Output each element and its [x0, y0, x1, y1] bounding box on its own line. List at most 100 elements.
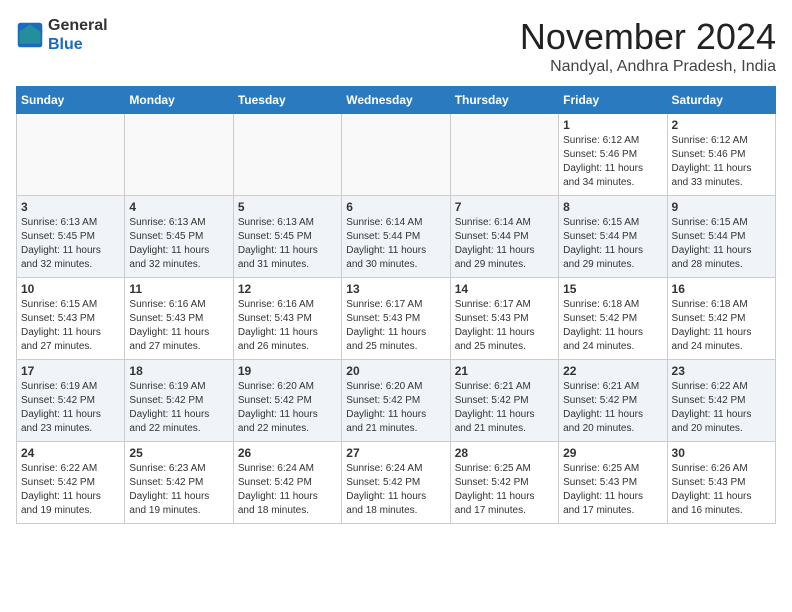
calendar-cell: 4 Sunrise: 6:13 AM Sunset: 5:45 PM Daylig… [125, 196, 233, 278]
logo-blue: Blue [48, 36, 83, 53]
calendar-cell: 20 Sunrise: 6:20 AM Sunset: 5:42 PM Dayli… [342, 360, 450, 442]
calendar-row: 10 Sunrise: 6:15 AM Sunset: 5:43 PM Dayli… [17, 278, 776, 360]
calendar-cell: 3 Sunrise: 6:13 AM Sunset: 5:45 PM Daylig… [17, 196, 125, 278]
day-number: 17 [21, 364, 120, 378]
calendar-cell: 19Sunrise: 6:20 AM Sunset: 5:42 PM Dayli… [233, 360, 341, 442]
month-title: November 2024 [520, 16, 776, 58]
weekday-header: Tuesday [233, 87, 341, 114]
weekday-header: Monday [125, 87, 233, 114]
day-info: Sunrise: 6:17 AM Sunset: 5:43 PM Dayligh… [346, 298, 445, 354]
day-info: Sunrise: 6:21 AM Sunset: 5:42 PM Dayligh… [563, 380, 662, 436]
calendar-cell: 21Sunrise: 6:21 AM Sunset: 5:42 PM Dayli… [450, 360, 558, 442]
day-info: Sunrise: 6:24 AM Sunset: 5:42 PM Dayligh… [346, 462, 445, 518]
day-info: Sunrise: 6:15 AM Sunset: 5:44 PM Dayligh… [563, 216, 662, 272]
weekday-header: Saturday [667, 87, 775, 114]
day-number: 3 [21, 200, 120, 214]
day-info: Sunrise: 6:16 AM Sunset: 5:43 PM Dayligh… [129, 298, 228, 354]
day-number: 13 [346, 282, 445, 296]
calendar-row: 3 Sunrise: 6:13 AM Sunset: 5:45 PM Daylig… [17, 196, 776, 278]
day-number: 16 [672, 282, 771, 296]
day-number: 28 [455, 446, 554, 460]
day-info: Sunrise: 6:12 AM Sunset: 5:46 PM Dayligh… [563, 134, 662, 190]
day-info: Sunrise: 6:14 AM Sunset: 5:44 PM Dayligh… [346, 216, 445, 272]
day-info: Sunrise: 6:15 AM Sunset: 5:44 PM Dayligh… [672, 216, 771, 272]
day-info: Sunrise: 6:16 AM Sunset: 5:43 PM Dayligh… [238, 298, 337, 354]
day-number: 29 [563, 446, 662, 460]
calendar-cell: 18 Sunrise: 6:19 AM Sunset: 5:42 PM Dayli… [125, 360, 233, 442]
calendar-cell: 26 Sunrise: 6:24 AM Sunset: 5:42 PM Dayli… [233, 442, 341, 524]
calendar-cell: 15 Sunrise: 6:18 AM Sunset: 5:42 PM Dayli… [559, 278, 667, 360]
day-info: Sunrise: 6:25 AM Sunset: 5:42 PM Dayligh… [455, 462, 554, 518]
weekday-header: Thursday [450, 87, 558, 114]
calendar-cell [17, 114, 125, 196]
day-number: 12 [238, 282, 337, 296]
day-info: Sunrise: 6:25 AM Sunset: 5:43 PM Dayligh… [563, 462, 662, 518]
calendar-row: 24Sunrise: 6:22 AM Sunset: 5:42 PM Dayli… [17, 442, 776, 524]
calendar-cell: 25 Sunrise: 6:23 AM Sunset: 5:42 PM Dayli… [125, 442, 233, 524]
day-number: 20 [346, 364, 445, 378]
day-number: 23 [672, 364, 771, 378]
day-number: 4 [129, 200, 228, 214]
calendar-cell: 13 Sunrise: 6:17 AM Sunset: 5:43 PM Dayli… [342, 278, 450, 360]
calendar-cell [233, 114, 341, 196]
calendar-cell: 6 Sunrise: 6:14 AM Sunset: 5:44 PM Daylig… [342, 196, 450, 278]
calendar-cell: 28 Sunrise: 6:25 AM Sunset: 5:42 PM Dayli… [450, 442, 558, 524]
calendar-cell: 16 Sunrise: 6:18 AM Sunset: 5:42 PM Dayli… [667, 278, 775, 360]
calendar-cell [450, 114, 558, 196]
calendar-cell [342, 114, 450, 196]
day-info: Sunrise: 6:19 AM Sunset: 5:42 PM Dayligh… [129, 380, 228, 436]
day-info: Sunrise: 6:18 AM Sunset: 5:42 PM Dayligh… [672, 298, 771, 354]
day-number: 8 [563, 200, 662, 214]
day-number: 9 [672, 200, 771, 214]
day-info: Sunrise: 6:14 AM Sunset: 5:44 PM Dayligh… [455, 216, 554, 272]
day-info: Sunrise: 6:17 AM Sunset: 5:43 PM Dayligh… [455, 298, 554, 354]
day-info: Sunrise: 6:22 AM Sunset: 5:42 PM Dayligh… [672, 380, 771, 436]
calendar-cell: 10 Sunrise: 6:15 AM Sunset: 5:43 PM Dayli… [17, 278, 125, 360]
day-number: 22 [563, 364, 662, 378]
day-number: 25 [129, 446, 228, 460]
day-number: 26 [238, 446, 337, 460]
calendar-cell: 7 Sunrise: 6:14 AM Sunset: 5:44 PM Daylig… [450, 196, 558, 278]
day-info: Sunrise: 6:13 AM Sunset: 5:45 PM Dayligh… [129, 216, 228, 272]
day-number: 2 [672, 118, 771, 132]
day-info: Sunrise: 6:13 AM Sunset: 5:45 PM Dayligh… [238, 216, 337, 272]
calendar-cell: 24Sunrise: 6:22 AM Sunset: 5:42 PM Dayli… [17, 442, 125, 524]
logo-general: General [48, 17, 108, 34]
calendar-cell: 29 Sunrise: 6:25 AM Sunset: 5:43 PM Dayli… [559, 442, 667, 524]
day-number: 11 [129, 282, 228, 296]
calendar-cell: 8 Sunrise: 6:15 AM Sunset: 5:44 PM Daylig… [559, 196, 667, 278]
day-info: Sunrise: 6:20 AM Sunset: 5:42 PM Dayligh… [346, 380, 445, 436]
page-header: General Blue November 2024 Nandyal, Andh… [16, 16, 776, 76]
calendar-cell: 14 Sunrise: 6:17 AM Sunset: 5:43 PM Dayli… [450, 278, 558, 360]
weekday-header: Wednesday [342, 87, 450, 114]
day-number: 6 [346, 200, 445, 214]
day-info: Sunrise: 6:24 AM Sunset: 5:42 PM Dayligh… [238, 462, 337, 518]
calendar-cell [125, 114, 233, 196]
day-number: 15 [563, 282, 662, 296]
day-number: 14 [455, 282, 554, 296]
day-number: 30 [672, 446, 771, 460]
logo: General Blue [16, 16, 108, 54]
day-number: 19 [238, 364, 337, 378]
calendar-cell: 2 Sunrise: 6:12 AM Sunset: 5:46 PM Daylig… [667, 114, 775, 196]
day-number: 1 [563, 118, 662, 132]
day-number: 10 [21, 282, 120, 296]
day-info: Sunrise: 6:13 AM Sunset: 5:45 PM Dayligh… [21, 216, 120, 272]
calendar-cell: 23 Sunrise: 6:22 AM Sunset: 5:42 PM Dayli… [667, 360, 775, 442]
calendar-cell: 22 Sunrise: 6:21 AM Sunset: 5:42 PM Dayli… [559, 360, 667, 442]
weekday-header: Sunday [17, 87, 125, 114]
calendar-row: 1 Sunrise: 6:12 AM Sunset: 5:46 PM Daylig… [17, 114, 776, 196]
location: Nandyal, Andhra Pradesh, India [520, 58, 776, 76]
day-number: 24 [21, 446, 120, 460]
day-info: Sunrise: 6:26 AM Sunset: 5:43 PM Dayligh… [672, 462, 771, 518]
day-number: 7 [455, 200, 554, 214]
day-number: 18 [129, 364, 228, 378]
day-info: Sunrise: 6:15 AM Sunset: 5:43 PM Dayligh… [21, 298, 120, 354]
day-info: Sunrise: 6:19 AM Sunset: 5:42 PM Dayligh… [21, 380, 120, 436]
day-info: Sunrise: 6:23 AM Sunset: 5:42 PM Dayligh… [129, 462, 228, 518]
day-info: Sunrise: 6:18 AM Sunset: 5:42 PM Dayligh… [563, 298, 662, 354]
calendar-table: SundayMondayTuesdayWednesdayThursdayFrid… [16, 86, 776, 524]
calendar-row: 17 Sunrise: 6:19 AM Sunset: 5:42 PM Dayli… [17, 360, 776, 442]
calendar-cell: 30 Sunrise: 6:26 AM Sunset: 5:43 PM Dayli… [667, 442, 775, 524]
day-info: Sunrise: 6:12 AM Sunset: 5:46 PM Dayligh… [672, 134, 771, 190]
